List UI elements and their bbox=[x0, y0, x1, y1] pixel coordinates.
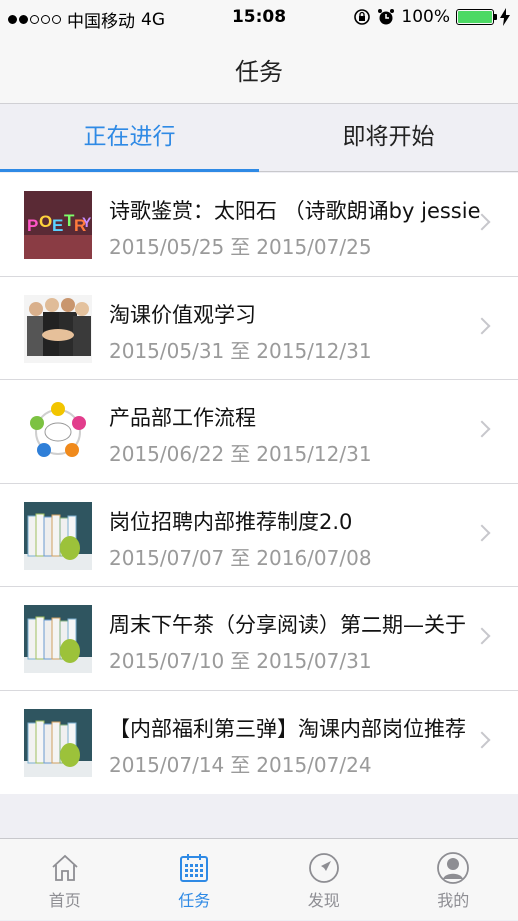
task-dates: 2015/07/07至2016/07/08 bbox=[109, 542, 372, 571]
tab-home[interactable]: 首页 bbox=[0, 839, 130, 921]
tab-label: 首页 bbox=[0, 887, 130, 911]
tab-label: 发现 bbox=[259, 887, 389, 911]
books-apple-thumbnail bbox=[24, 502, 92, 570]
task-status-tabs: 正在进行 即将开始 bbox=[0, 104, 518, 172]
task-row[interactable]: 【内部福利第三弹】淘课内部岗位推荐 2015/07/14至2015/07/24 bbox=[0, 691, 518, 795]
task-row[interactable]: 周末下午茶（分享阅读）第二期—关于 2015/07/10至2015/07/31 bbox=[0, 587, 518, 691]
tab-tasks[interactable]: 任务 bbox=[130, 839, 260, 921]
team-hands-thumbnail bbox=[24, 295, 92, 363]
task-title: 淘课价值观学习 bbox=[109, 299, 495, 329]
charging-icon bbox=[500, 8, 510, 26]
battery-percent: 100% bbox=[401, 7, 450, 27]
svg-text:E: E bbox=[52, 216, 63, 235]
svg-text:O: O bbox=[39, 212, 52, 231]
status-bar: 中国移动 4G 15:08 100% bbox=[0, 0, 518, 34]
rotation-lock-icon bbox=[353, 8, 371, 26]
work-process-thumbnail bbox=[24, 398, 92, 466]
compass-icon bbox=[307, 851, 341, 885]
task-title: 诗歌鉴赏：太阳石 （诗歌朗诵by jessie bbox=[109, 195, 495, 225]
tab-me[interactable]: 我的 bbox=[389, 839, 518, 921]
tab-label: 我的 bbox=[389, 887, 518, 911]
books-apple-thumbnail bbox=[24, 605, 92, 673]
task-title: 产品部工作流程 bbox=[109, 402, 495, 432]
svg-text:P: P bbox=[27, 216, 38, 235]
svg-text:Y: Y bbox=[82, 214, 92, 230]
tab-discover[interactable]: 发现 bbox=[259, 839, 389, 921]
task-row[interactable]: 岗位招聘内部推荐制度2.0 2015/07/07至2016/07/08 bbox=[0, 484, 518, 588]
tab-in-progress[interactable]: 正在进行 bbox=[0, 104, 259, 172]
bottom-tab-bar: 首页 任务 发现 我的 bbox=[0, 838, 518, 920]
books-apple-thumbnail bbox=[24, 709, 92, 777]
task-dates: 2015/06/22至2015/12/31 bbox=[109, 438, 372, 467]
task-dates: 2015/05/25至2015/07/25 bbox=[109, 231, 372, 260]
poetry-thumbnail: P O E T R Y bbox=[24, 191, 92, 259]
task-dates: 2015/07/14至2015/07/24 bbox=[109, 749, 372, 778]
task-list: P O E T R Y 诗歌鉴赏：太阳石 （诗歌朗诵by jessie 2015… bbox=[0, 173, 518, 794]
user-icon bbox=[436, 851, 470, 885]
task-title: 【内部福利第三弹】淘课内部岗位推荐 bbox=[109, 713, 495, 743]
calendar-icon bbox=[177, 851, 211, 885]
task-dates: 2015/07/10至2015/07/31 bbox=[109, 645, 372, 674]
battery-icon bbox=[456, 9, 494, 25]
task-title: 岗位招聘内部推荐制度2.0 bbox=[109, 506, 495, 536]
task-row[interactable]: P O E T R Y 诗歌鉴赏：太阳石 （诗歌朗诵by jessie 2015… bbox=[0, 173, 518, 277]
task-title: 周末下午茶（分享阅读）第二期—关于 bbox=[109, 609, 495, 639]
page-title: 任务 bbox=[0, 52, 518, 87]
home-icon bbox=[48, 851, 82, 885]
tab-label: 任务 bbox=[130, 887, 260, 911]
navigation-bar: 任务 bbox=[0, 34, 518, 104]
task-dates: 2015/05/31至2015/12/31 bbox=[109, 335, 372, 364]
task-row[interactable]: 产品部工作流程 2015/06/22至2015/12/31 bbox=[0, 380, 518, 484]
tab-upcoming[interactable]: 即将开始 bbox=[259, 104, 518, 172]
task-row[interactable]: 淘课价值观学习 2015/05/31至2015/12/31 bbox=[0, 277, 518, 381]
alarm-icon bbox=[377, 8, 395, 26]
